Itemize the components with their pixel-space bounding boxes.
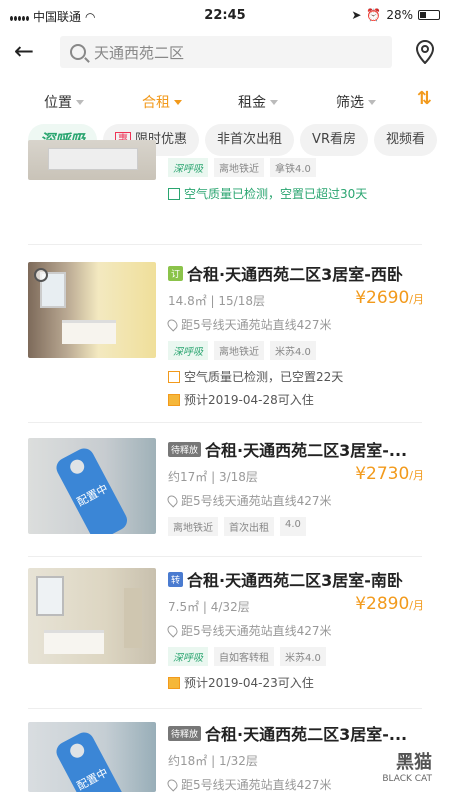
- sort-button[interactable]: ⇅: [417, 88, 432, 109]
- divider: [28, 708, 422, 709]
- subway-distance: 距5号线天通苑站直线427米: [181, 778, 332, 792]
- chip: 深呼吸: [168, 158, 208, 177]
- vr-icon: [34, 268, 48, 282]
- listing-price: ¥2730/月: [355, 464, 424, 484]
- listing-title: 合租·天通西苑二区3居室-西卧: [187, 265, 403, 284]
- chip: 深呼吸: [168, 647, 208, 666]
- listing-title: 合租·天通西苑二区3居室-...: [205, 441, 408, 460]
- location-pin-icon: [165, 493, 180, 508]
- room-photo: [28, 140, 156, 180]
- calendar-icon: [168, 393, 180, 406]
- filter-label: 合租: [142, 95, 170, 111]
- listing-meta: 约17㎡ | 3/18层: [168, 470, 258, 484]
- listing-card[interactable]: 转合租·天通西苑二区3居室-南卧 7.5㎡ | 4/32层 ¥2890/月 距5…: [0, 568, 450, 728]
- subway-distance: 距5号线天通苑站直线427米: [181, 318, 332, 332]
- listing-title: 合租·天通西苑二区3居室-南卧: [187, 571, 403, 590]
- chip: 离地铁近: [168, 517, 218, 536]
- room-photo: [28, 262, 156, 358]
- air-icon: [168, 187, 180, 200]
- battery-percent: 28%: [386, 8, 413, 22]
- caret-down-icon: [174, 99, 182, 105]
- chip: 米苏4.0: [270, 341, 316, 360]
- chip: 离地铁近: [214, 341, 264, 360]
- room-photo: 配置中: [28, 722, 156, 792]
- watermark-sub: BLACK CAT: [382, 774, 432, 784]
- filter-label: 位置: [44, 95, 72, 111]
- filter-shared[interactable]: 合租: [142, 92, 182, 112]
- location-pin-icon: [165, 623, 180, 638]
- move-in-note: 预计2019-04-28可入住: [168, 391, 428, 408]
- listing-card[interactable]: 深呼吸 离地铁近 拿铁4.0 空气质量已检测，空置已超过30天: [0, 140, 450, 230]
- reserved-badge: 订: [168, 265, 184, 281]
- pending-release-badge: 待释放: [168, 725, 202, 741]
- sublet-badge: 转: [168, 571, 184, 587]
- search-text: 天通西苑二区: [94, 43, 185, 62]
- filter-location[interactable]: 位置: [44, 92, 84, 112]
- location-arrow-icon: ➤: [351, 8, 362, 22]
- chip: 拿铁4.0: [270, 158, 316, 177]
- search-input[interactable]: 天通西苑二区: [60, 36, 392, 68]
- listing-title: 合租·天通西苑二区3居室-...: [205, 725, 408, 744]
- air-quality-note: 空气质量已检测，已空置22天: [168, 368, 428, 385]
- map-pin-button[interactable]: [415, 39, 435, 65]
- listing-price: ¥2690/月: [355, 288, 424, 308]
- air-icon: [168, 370, 180, 383]
- back-arrow-icon: ←: [14, 37, 35, 65]
- caret-down-icon: [76, 99, 84, 105]
- chip: 米苏4.0: [280, 647, 326, 666]
- chip: 自如客转租: [214, 647, 274, 666]
- listing-price: ¥2890/月: [355, 594, 424, 614]
- air-quality-note: 空气质量已检测，空置已超过30天: [168, 185, 428, 202]
- listing-meta: 14.8㎡ | 15/18层: [168, 294, 265, 308]
- top-bar: ← 天通西苑二区: [0, 30, 450, 74]
- chip: 离地铁近: [214, 158, 264, 177]
- move-in-note: 预计2019-04-23可入住: [168, 674, 428, 691]
- caret-down-icon: [368, 99, 376, 105]
- filter-bar: 位置 合租 租金 筛选 ⇅: [0, 80, 450, 120]
- watermark: 黑猫 BLACK CAT: [352, 748, 432, 788]
- alarm-icon: ⏰: [366, 8, 382, 22]
- listing-card[interactable]: 订合租·天通西苑二区3居室-西卧 14.8㎡ | 15/18层 ¥2690/月 …: [0, 262, 450, 422]
- chip: 深呼吸: [168, 341, 208, 360]
- filter-rent[interactable]: 租金: [238, 92, 278, 112]
- listing-meta: 7.5㎡ | 4/32层: [168, 600, 250, 614]
- filter-label: 筛选: [336, 95, 364, 111]
- divider: [28, 244, 422, 245]
- location-pin-icon: [165, 317, 180, 332]
- room-photo: [28, 568, 156, 664]
- status-bar: 中国联通 ◠ 22:45 ➤ ⏰ 28%: [0, 0, 450, 30]
- listing-meta: 约18㎡ | 1/32层: [168, 754, 258, 768]
- configuring-hang-tag: 配置中: [56, 448, 128, 534]
- battery-icon: [418, 10, 440, 20]
- map-pin-icon: [415, 39, 435, 65]
- location-pin-icon: [165, 777, 180, 792]
- watermark-brand: 黑猫: [396, 752, 432, 773]
- divider: [28, 422, 422, 423]
- caret-down-icon: [270, 99, 278, 105]
- chip: 4.0: [280, 517, 306, 536]
- subway-distance: 距5号线天通苑站直线427米: [181, 624, 332, 638]
- subway-distance: 距5号线天通苑站直线427米: [181, 494, 332, 508]
- room-photo: 配置中: [28, 438, 156, 534]
- calendar-icon: [168, 676, 180, 689]
- filter-more[interactable]: 筛选: [336, 92, 376, 112]
- configuring-hang-tag: 配置中: [56, 732, 128, 792]
- search-icon: [70, 44, 86, 60]
- sort-icon: ⇅: [416, 88, 432, 109]
- back-button[interactable]: ←: [14, 38, 44, 66]
- chip: 首次出租: [224, 517, 274, 536]
- filter-label: 租金: [238, 95, 266, 111]
- pending-release-badge: 待释放: [168, 441, 202, 457]
- divider: [28, 556, 422, 557]
